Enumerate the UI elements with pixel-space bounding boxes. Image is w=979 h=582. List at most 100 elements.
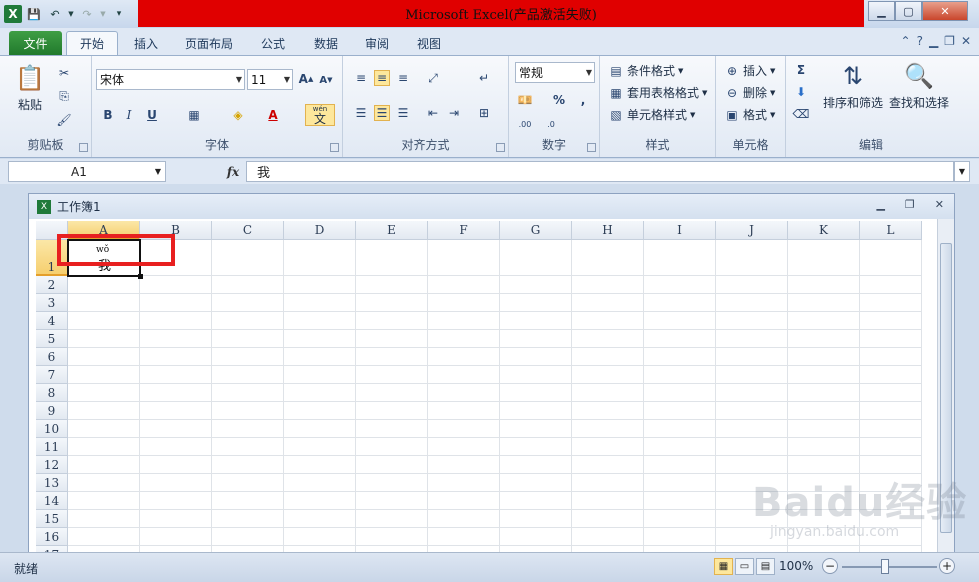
cell[interactable] xyxy=(500,330,572,348)
cell[interactable] xyxy=(140,420,212,438)
cell[interactable] xyxy=(284,276,356,294)
cell[interactable] xyxy=(716,438,788,456)
cell[interactable] xyxy=(788,294,860,312)
cell[interactable] xyxy=(644,240,716,276)
cell[interactable] xyxy=(212,312,284,330)
cell[interactable] xyxy=(68,348,140,366)
cell[interactable] xyxy=(356,366,428,384)
cell[interactable] xyxy=(212,366,284,384)
autosum-icon[interactable]: Σ xyxy=(793,62,809,78)
column-header-e[interactable]: E xyxy=(356,221,428,240)
cell[interactable] xyxy=(356,456,428,474)
cell[interactable] xyxy=(284,294,356,312)
cell[interactable] xyxy=(644,294,716,312)
sort-filter-button[interactable]: ⇅ 排序和筛选 xyxy=(823,60,883,111)
cell[interactable] xyxy=(716,276,788,294)
cell[interactable] xyxy=(284,312,356,330)
cell[interactable] xyxy=(140,474,212,492)
cell[interactable] xyxy=(212,492,284,510)
format-as-table-button[interactable]: ▦ 套用表格格式 ▼ xyxy=(608,84,707,101)
cell[interactable] xyxy=(284,366,356,384)
cell[interactable] xyxy=(644,510,716,528)
borders-icon[interactable]: ▦ xyxy=(186,107,202,123)
expand-formula-bar-icon[interactable]: ▼ xyxy=(954,161,970,182)
tab-review[interactable]: 审阅 xyxy=(358,31,396,55)
bold-icon[interactable]: B xyxy=(100,107,116,123)
cell[interactable] xyxy=(644,366,716,384)
cell[interactable] xyxy=(860,420,922,438)
cell[interactable] xyxy=(572,240,644,276)
align-top-icon[interactable]: ≡ xyxy=(353,70,369,86)
cell[interactable] xyxy=(68,312,140,330)
align-middle-icon[interactable]: ≡ xyxy=(374,70,390,86)
cell[interactable] xyxy=(500,438,572,456)
cell[interactable] xyxy=(284,528,356,546)
cell[interactable] xyxy=(716,240,788,276)
cell[interactable] xyxy=(788,330,860,348)
clipboard-launcher-icon[interactable] xyxy=(79,143,88,152)
italic-icon[interactable]: I xyxy=(121,107,137,123)
font-launcher-icon[interactable] xyxy=(330,143,339,152)
undo-dropdown-icon[interactable]: ▼ xyxy=(67,5,75,23)
cell[interactable] xyxy=(644,330,716,348)
cell[interactable] xyxy=(428,312,500,330)
cell[interactable] xyxy=(500,456,572,474)
cell[interactable] xyxy=(572,348,644,366)
cell[interactable] xyxy=(68,402,140,420)
decrease-indent-icon[interactable]: ⇤ xyxy=(425,105,441,121)
cell[interactable] xyxy=(500,528,572,546)
window-minimize-icon[interactable]: ▁ xyxy=(929,34,938,48)
cell[interactable] xyxy=(212,348,284,366)
cell[interactable] xyxy=(500,312,572,330)
cell[interactable] xyxy=(788,438,860,456)
cell[interactable] xyxy=(788,312,860,330)
minimize-ribbon-icon[interactable]: ⌃ xyxy=(901,34,911,48)
cell[interactable] xyxy=(140,492,212,510)
cell[interactable] xyxy=(644,276,716,294)
cell[interactable] xyxy=(356,276,428,294)
cell[interactable] xyxy=(68,474,140,492)
cell[interactable] xyxy=(140,312,212,330)
cell[interactable] xyxy=(860,276,922,294)
column-header-d[interactable]: D xyxy=(284,221,356,240)
cell[interactable] xyxy=(860,402,922,420)
column-header-g[interactable]: G xyxy=(500,221,572,240)
cell[interactable] xyxy=(428,366,500,384)
align-bottom-icon[interactable]: ≡ xyxy=(395,70,411,86)
row-header-12[interactable]: 12 xyxy=(36,456,68,474)
cell[interactable] xyxy=(356,240,428,276)
cell[interactable] xyxy=(716,420,788,438)
cell[interactable] xyxy=(572,276,644,294)
decrease-decimal-icon[interactable]: .0 xyxy=(543,116,559,132)
merge-center-icon[interactable]: ⊞ xyxy=(476,105,492,121)
column-header-j[interactable]: J xyxy=(716,221,788,240)
font-size-combo[interactable]: 11 ▼ xyxy=(247,69,293,90)
cell[interactable] xyxy=(428,510,500,528)
cell[interactable] xyxy=(860,366,922,384)
tab-view[interactable]: 视图 xyxy=(410,31,448,55)
cell[interactable] xyxy=(68,420,140,438)
cell[interactable] xyxy=(572,528,644,546)
cell[interactable] xyxy=(140,510,212,528)
percent-icon[interactable]: % xyxy=(551,92,567,108)
cell[interactable] xyxy=(572,510,644,528)
cell[interactable] xyxy=(212,510,284,528)
cell[interactable] xyxy=(644,474,716,492)
cell[interactable] xyxy=(572,474,644,492)
help-icon[interactable]: ? xyxy=(917,34,923,48)
cell[interactable] xyxy=(212,402,284,420)
cell[interactable] xyxy=(788,366,860,384)
cell[interactable] xyxy=(212,276,284,294)
cell[interactable] xyxy=(68,456,140,474)
cell[interactable] xyxy=(356,528,428,546)
cell[interactable] xyxy=(572,402,644,420)
cell[interactable] xyxy=(284,510,356,528)
cell[interactable] xyxy=(284,456,356,474)
row-header-6[interactable]: 6 xyxy=(36,348,68,366)
cell[interactable] xyxy=(284,420,356,438)
cell[interactable] xyxy=(284,438,356,456)
cell[interactable] xyxy=(356,384,428,402)
cell[interactable] xyxy=(428,384,500,402)
tab-data[interactable]: 数据 xyxy=(307,31,345,55)
cell[interactable] xyxy=(212,456,284,474)
